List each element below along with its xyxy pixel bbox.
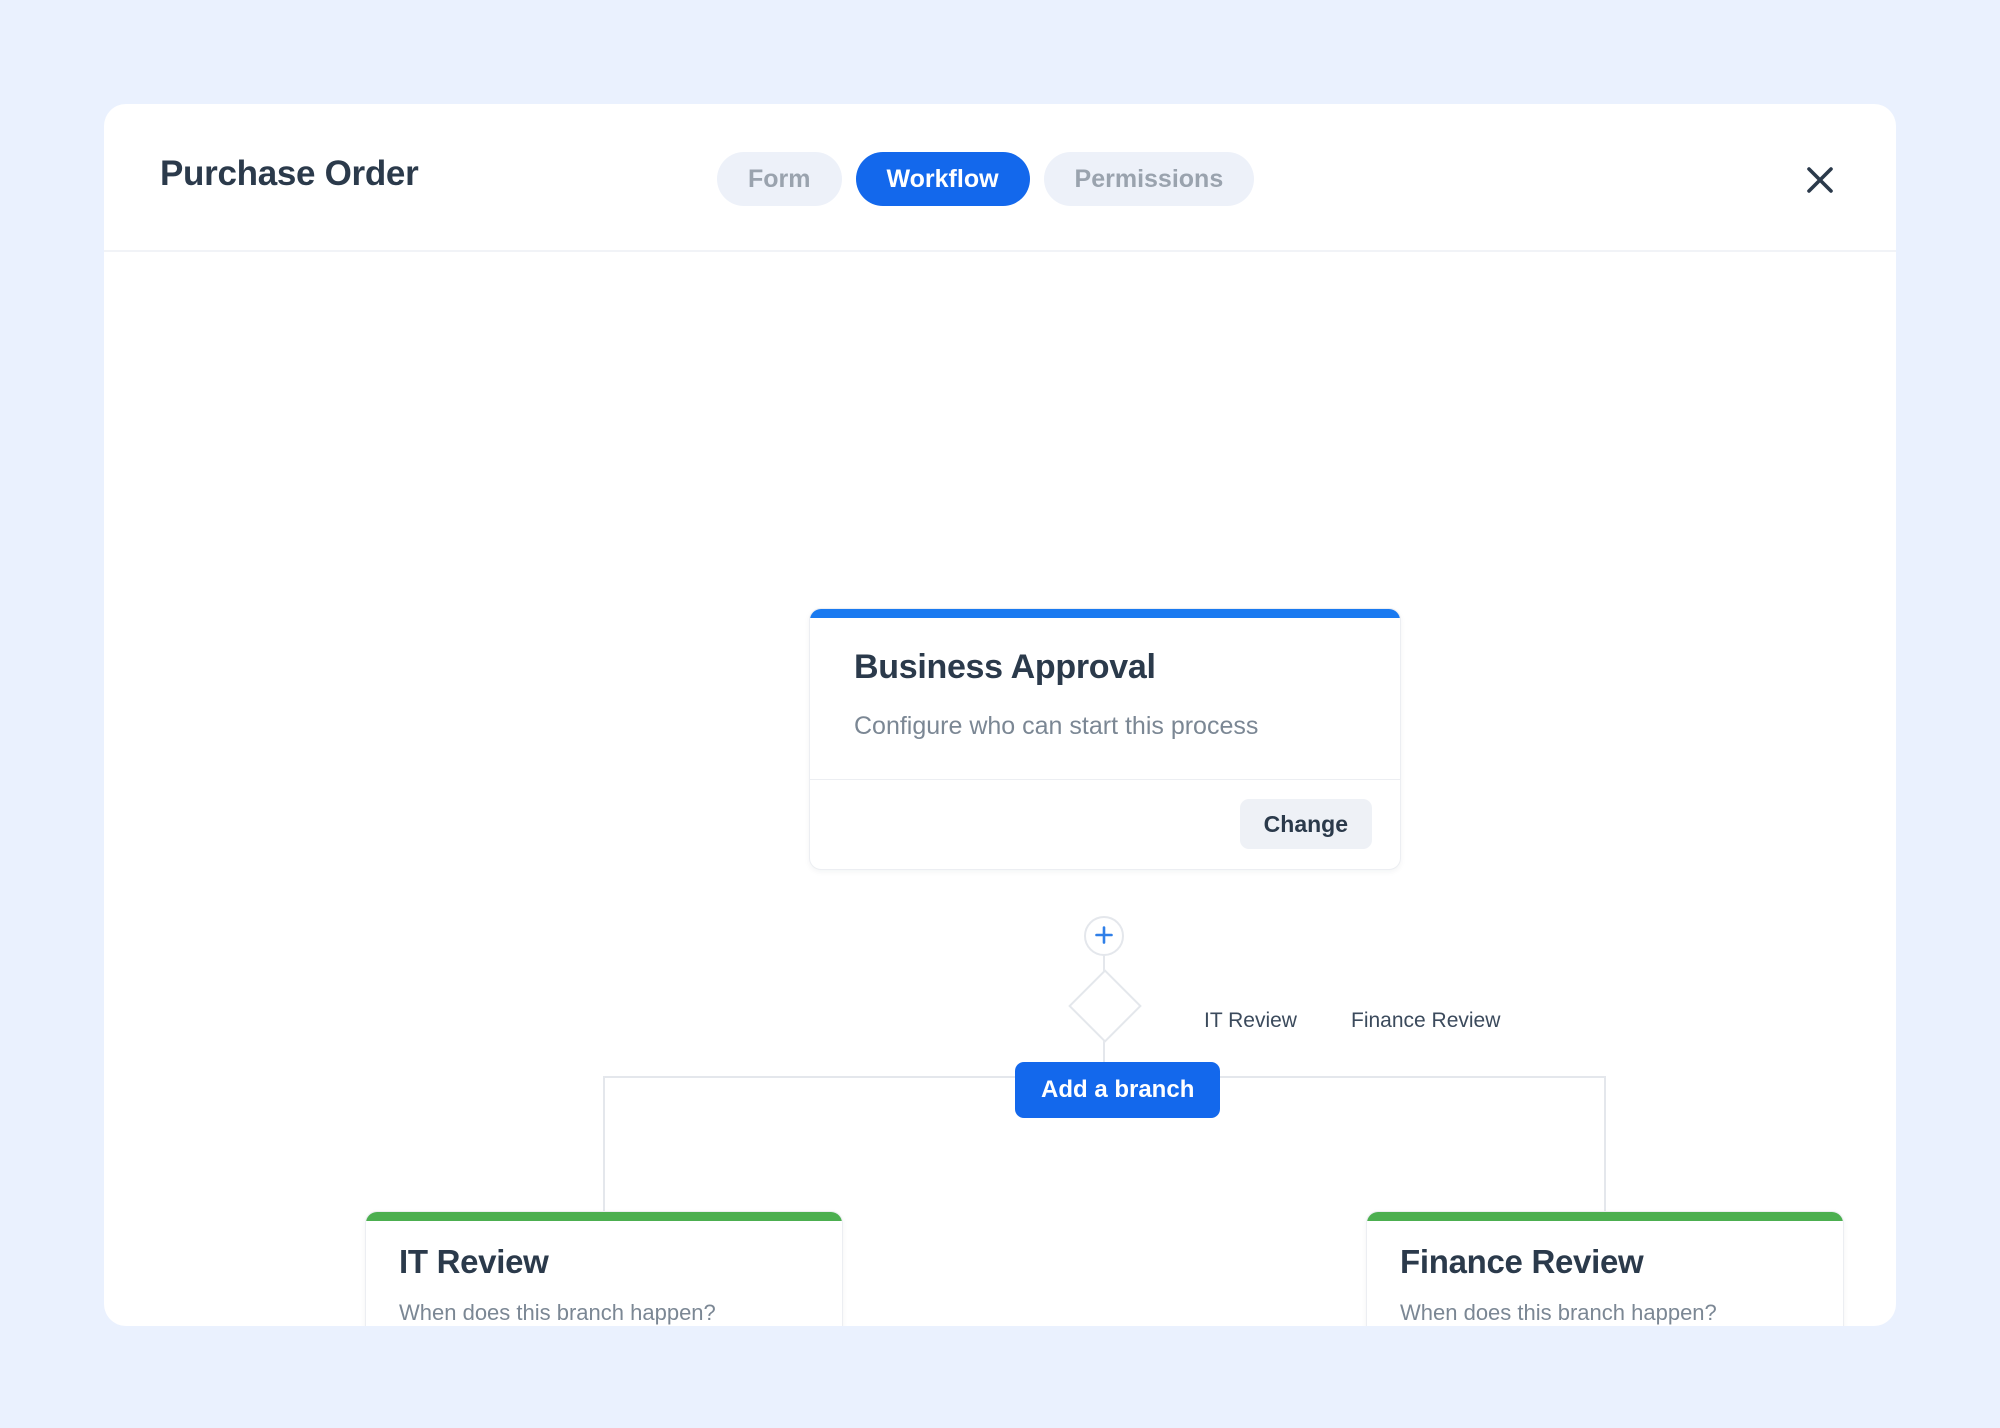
card-subtitle: Configure who can start this process (854, 712, 1259, 740)
branch-question: When does this branch happen? (399, 1300, 716, 1325)
card-title: Finance Review (1400, 1243, 1644, 1280)
card-subtitle: When does this branch happen? Always (1400, 1297, 1810, 1326)
branch-card-finance-review[interactable]: Finance Review When does this branch hap… (1366, 1211, 1844, 1326)
card-accent-bar (1367, 1212, 1843, 1221)
close-button[interactable] (1800, 160, 1840, 200)
connector-split-to-branch-1 (1604, 1076, 1606, 1211)
tab-bar: Form Workflow Permissions (717, 152, 1255, 206)
connector-split-to-branch-0 (603, 1076, 605, 1211)
branch-label-finance-review: Finance Review (1351, 1009, 1501, 1032)
add-step-button[interactable] (1084, 916, 1124, 956)
tab-permissions[interactable]: Permissions (1043, 152, 1255, 206)
decision-diamond-node[interactable] (1068, 969, 1142, 1043)
card-accent-bar (366, 1212, 842, 1221)
add-branch-button[interactable]: Add a branch (1015, 1062, 1221, 1118)
card-title: Business Approval (854, 648, 1156, 686)
workflow-modal-panel: Purchase Order Form Workflow Permissions (104, 104, 1896, 1326)
plus-icon (1093, 924, 1115, 949)
change-button[interactable]: Change (1239, 799, 1372, 849)
node-card-business-approval[interactable]: Business Approval Configure who can star… (809, 608, 1401, 870)
page-title: Purchase Order (160, 154, 419, 193)
close-icon (1803, 163, 1837, 197)
card-body: IT Review When does this branch happen? … (366, 1221, 842, 1326)
card-title: IT Review (399, 1243, 549, 1280)
workflow-canvas: Business Approval Configure who can star… (104, 252, 1896, 1326)
branch-question: When does this branch happen? (1400, 1300, 1717, 1325)
card-footer: Change (810, 778, 1400, 869)
card-body: Finance Review When does this branch hap… (1367, 1221, 1843, 1326)
branch-label-it-review: IT Review (1204, 1009, 1297, 1032)
branch-card-it-review[interactable]: IT Review When does this branch happen? … (365, 1211, 843, 1326)
tab-form[interactable]: Form (717, 152, 842, 206)
card-body: Business Approval Configure who can star… (810, 618, 1400, 779)
modal-header: Purchase Order Form Workflow Permissions (104, 104, 1896, 252)
card-subtitle: When does this branch happen? Always (399, 1297, 809, 1326)
card-accent-bar (810, 609, 1400, 618)
tab-workflow[interactable]: Workflow (855, 152, 1030, 206)
